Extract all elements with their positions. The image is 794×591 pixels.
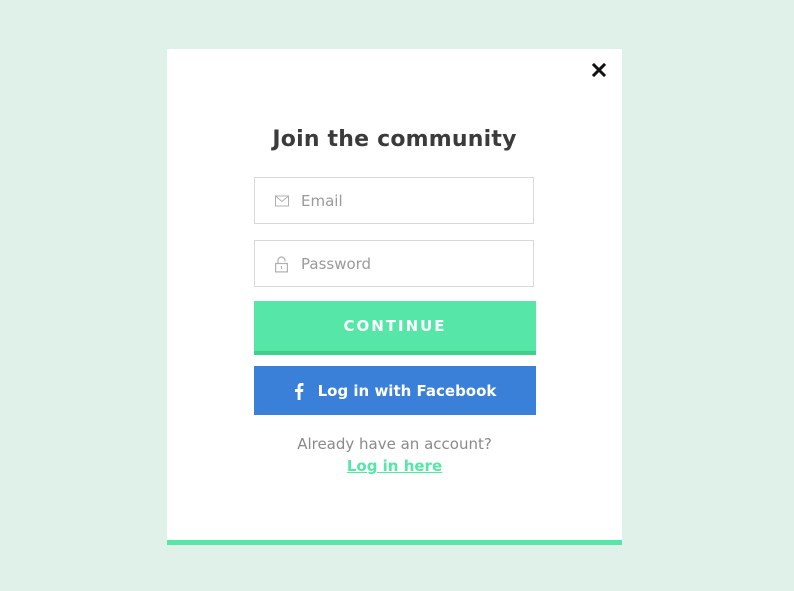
- email-field[interactable]: [254, 177, 534, 224]
- account-prompt: Already have an account?: [297, 435, 492, 453]
- password-field[interactable]: [254, 240, 534, 287]
- lock-icon: [275, 255, 288, 272]
- facebook-login-label: Log in with Facebook: [317, 381, 497, 400]
- page-title: Join the community: [272, 127, 517, 152]
- password-input[interactable]: [301, 241, 521, 286]
- continue-button[interactable]: CONTINUE: [254, 301, 536, 355]
- close-icon: [591, 62, 607, 78]
- email-input[interactable]: [301, 178, 521, 223]
- facebook-icon: [294, 382, 304, 400]
- envelope-icon: [275, 195, 289, 206]
- signup-modal: Join the community CONTINUE Log in with …: [167, 49, 622, 545]
- login-link[interactable]: Log in here: [167, 457, 622, 475]
- facebook-login-button[interactable]: Log in with Facebook: [254, 366, 536, 415]
- close-button[interactable]: [590, 61, 608, 79]
